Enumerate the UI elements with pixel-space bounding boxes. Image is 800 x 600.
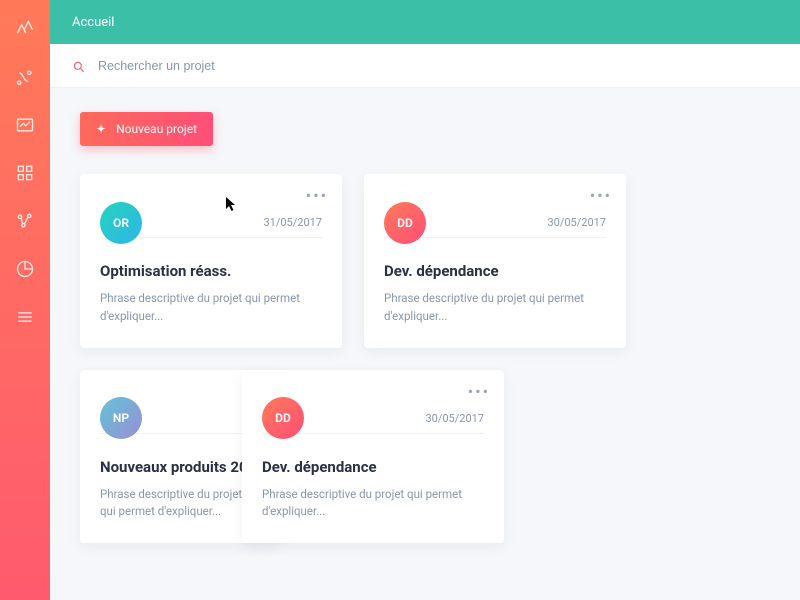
- content-area: ✦ Nouveau projet ••• OR 31/05/2017 Optim…: [50, 88, 800, 600]
- logo-icon[interactable]: [14, 18, 36, 40]
- searchbar: [50, 44, 800, 88]
- project-date: 30/05/2017: [547, 190, 606, 237]
- avatar: OR: [100, 202, 142, 244]
- avatar-initials: DD: [397, 216, 413, 230]
- search-icon: [72, 59, 86, 73]
- grid-icon[interactable]: [14, 162, 36, 184]
- project-desc: Phrase descriptive du projet qui permet …: [100, 290, 322, 326]
- main-panel: Accueil ✦ Nouveau projet ••• OR: [50, 0, 800, 600]
- plus-icon: ✦: [96, 123, 106, 135]
- sidebar: [0, 0, 50, 600]
- avatar: DD: [384, 202, 426, 244]
- avatar-initials: DD: [275, 411, 291, 425]
- new-project-button[interactable]: ✦ Nouveau projet: [80, 112, 213, 146]
- project-title: Dev. dépendance: [384, 262, 606, 280]
- project-title: Optimisation réass.: [100, 262, 322, 280]
- project-card[interactable]: ••• DD 30/05/2017 Dev. dépendance Phrase…: [242, 370, 504, 544]
- project-grid: ••• OR 31/05/2017 Optimisation réass. Ph…: [80, 174, 776, 543]
- search-input[interactable]: [98, 59, 778, 73]
- avatar-initials: NP: [113, 411, 129, 425]
- avatar: NP: [100, 397, 142, 439]
- project-card[interactable]: ••• DD 30/05/2017 Dev. dépendance Phrase…: [364, 174, 626, 348]
- project-date: 31/05/2017: [263, 190, 322, 237]
- pie-icon[interactable]: [14, 258, 36, 280]
- list-icon[interactable]: [14, 306, 36, 328]
- avatar-initials: OR: [113, 216, 129, 230]
- graph-icon[interactable]: [14, 210, 36, 232]
- project-title: Nouveaux produits 20: [100, 458, 260, 476]
- avatar: DD: [262, 397, 304, 439]
- project-desc: Phrase descriptive du projet qui permet …: [100, 486, 260, 522]
- project-desc: Phrase descriptive du projet qui permet …: [262, 486, 484, 522]
- project-title: Dev. dépendance: [262, 458, 484, 476]
- project-card[interactable]: ••• OR 31/05/2017 Optimisation réass. Ph…: [80, 174, 342, 348]
- flow-icon[interactable]: [14, 66, 36, 88]
- page-title: Accueil: [72, 15, 114, 30]
- topbar: Accueil: [50, 0, 800, 44]
- project-desc: Phrase descriptive du projet qui permet …: [384, 290, 606, 326]
- project-date: 30/05/2017: [425, 386, 484, 433]
- new-project-label: Nouveau projet: [116, 122, 197, 136]
- chart-icon[interactable]: [14, 114, 36, 136]
